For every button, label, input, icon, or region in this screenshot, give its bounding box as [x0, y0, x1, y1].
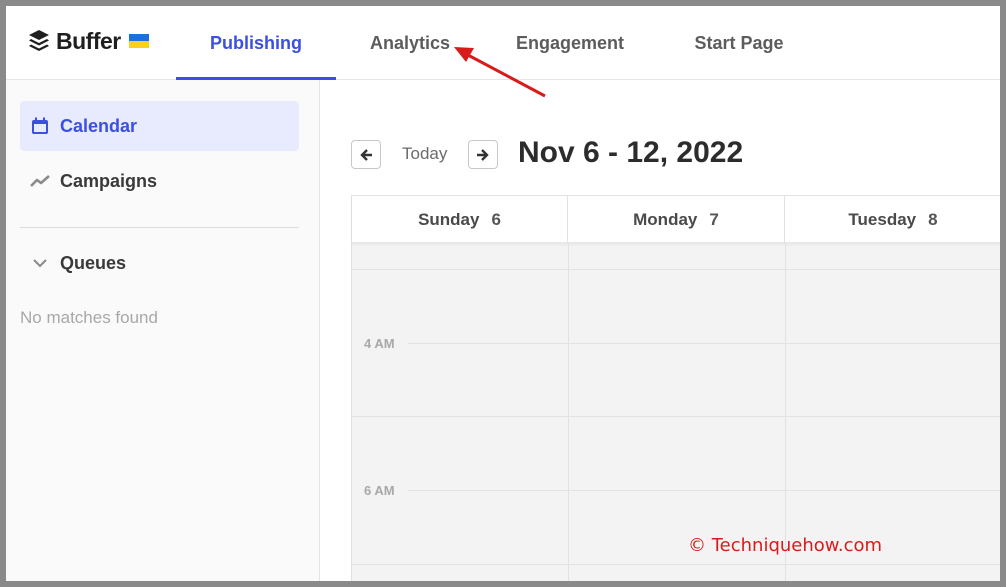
chevron-down-icon — [33, 259, 47, 268]
hour-line — [352, 564, 1000, 565]
tab-start-page[interactable]: Start Page — [656, 6, 822, 80]
day-number: 6 — [491, 210, 501, 229]
sidebar: Calendar Campaigns Queues No matches fou… — [6, 80, 320, 581]
date-range-title: Nov 6 - 12, 2022 — [518, 136, 744, 169]
day-name: Tuesday — [848, 210, 917, 229]
tab-publishing[interactable]: Publishing — [176, 6, 336, 81]
day-name: Monday — [633, 210, 698, 229]
day-header-sunday: Sunday 6 — [352, 196, 568, 244]
next-week-button[interactable] — [468, 140, 498, 169]
column-divider — [785, 243, 786, 581]
tab-analytics[interactable]: Analytics — [336, 6, 484, 80]
sidebar-item-campaigns-label: Campaigns — [60, 170, 158, 191]
sidebar-item-campaigns[interactable]: Campaigns — [20, 156, 299, 206]
hour-line — [408, 490, 1000, 491]
app-window: Buffer Publishing Analytics Engagement S… — [6, 6, 1000, 581]
calendar-icon — [32, 117, 48, 134]
buffer-logo-icon — [29, 30, 49, 51]
arrow-right-icon — [477, 148, 489, 161]
sidebar-item-calendar-label: Calendar — [60, 115, 138, 136]
queues-label: Queues — [60, 252, 127, 273]
tab-engagement-label: Engagement — [515, 32, 625, 53]
top-nav: Buffer Publishing Analytics Engagement S… — [6, 6, 1000, 81]
hour-line — [352, 269, 1000, 270]
today-button[interactable]: Today — [402, 144, 447, 164]
column-divider — [568, 243, 569, 581]
day-number: 8 — [928, 210, 938, 229]
hour-line — [408, 343, 1000, 344]
arrow-left-icon — [360, 148, 372, 161]
brand-logo[interactable]: Buffer — [28, 26, 149, 56]
queues-toggle[interactable]: Queues — [20, 238, 299, 288]
week-header: Sunday 6 Monday 7 Tuesday 8 — [352, 195, 1000, 244]
sidebar-divider — [20, 227, 299, 228]
day-header-tuesday: Tuesday 8 — [785, 196, 1000, 244]
day-header-monday: Monday 7 — [568, 196, 785, 244]
queues-empty-text: No matches found — [20, 308, 158, 327]
hour-line — [352, 416, 1000, 417]
calendar-main: Today Nov 6 - 12, 2022 Sunday 6 Monday 7… — [320, 80, 1000, 581]
day-name: Sunday — [418, 210, 480, 229]
time-label-6am: 6 AM — [364, 483, 395, 498]
tab-start-page-label: Start Page — [694, 32, 784, 53]
tab-engagement[interactable]: Engagement — [484, 6, 656, 80]
tab-analytics-label: Analytics — [369, 32, 451, 53]
brand-name: Buffer — [56, 27, 121, 54]
prev-week-button[interactable] — [351, 140, 381, 169]
week-grid: Sunday 6 Monday 7 Tuesday 8 4 AM 6 AM — [351, 195, 1000, 581]
trend-icon — [30, 175, 50, 187]
watermark-text: © Techniquehow.com — [688, 535, 883, 556]
tab-publishing-label: Publishing — [210, 32, 302, 53]
time-label-4am: 4 AM — [364, 336, 395, 351]
ukraine-flag-icon — [128, 34, 149, 48]
day-number: 7 — [709, 210, 719, 229]
sidebar-item-calendar[interactable]: Calendar — [20, 101, 299, 151]
